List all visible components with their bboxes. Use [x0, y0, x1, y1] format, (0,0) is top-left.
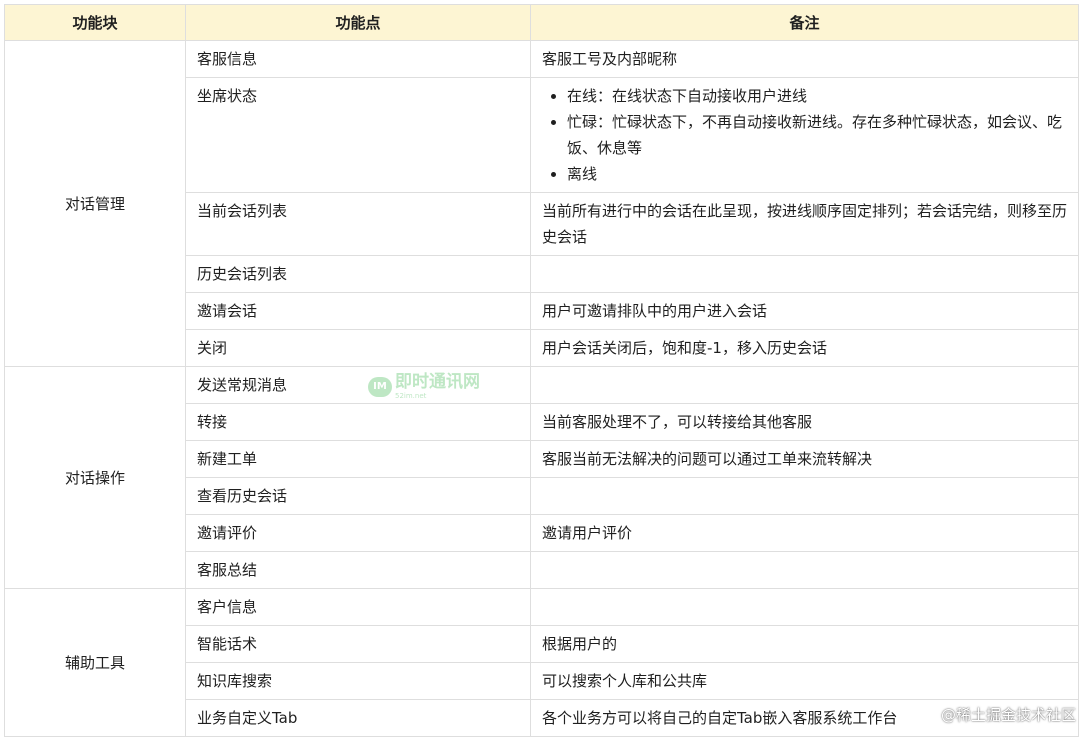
note-cell: 当前客服处理不了，可以转接给其他客服	[530, 403, 1079, 441]
point-cell: 邀请会话	[185, 292, 531, 330]
note-cell: 当前所有进行中的会话在此呈现，按进线顺序固定排列；若会话完结，则移至历史会话	[530, 192, 1079, 256]
group-cell-dialog-management: 对话管理	[4, 40, 186, 367]
note-cell	[530, 255, 1079, 293]
group-cell-assist-tools: 辅助工具	[4, 588, 186, 737]
point-cell: 转接	[185, 403, 531, 441]
status-note-list: 在线：在线状态下自动接收用户进线 忙碌：忙碌状态下，不再自动接收新进线。存在多种…	[542, 83, 1067, 187]
point-cell: 智能话术	[185, 625, 531, 663]
list-item: 在线：在线状态下自动接收用户进线	[567, 83, 1067, 109]
note-cell: 可以搜索个人库和公共库	[530, 662, 1079, 700]
point-cell: 邀请评价	[185, 514, 531, 552]
point-cell: 知识库搜索	[185, 662, 531, 700]
table-header-row: 功能块 功能点 备注	[4, 4, 1079, 41]
note-cell	[530, 588, 1079, 626]
header-point: 功能点	[185, 4, 531, 41]
point-cell: 关闭	[185, 329, 531, 367]
table-row: 辅助工具 客户信息	[4, 588, 1079, 737]
note-cell: 客服工号及内部昵称	[530, 40, 1079, 78]
header-block: 功能块	[4, 4, 186, 41]
feature-table: 功能块 功能点 备注 对话管理 客服信息 客服工号及内部昵称 坐席状态 在线：在…	[4, 4, 1079, 737]
point-cell: 坐席状态	[185, 77, 531, 193]
header-note: 备注	[530, 4, 1079, 41]
table-row: 对话管理 客服信息 客服工号及内部昵称	[4, 40, 1079, 367]
point-cell: 客户信息	[185, 588, 531, 626]
list-item: 忙碌：忙碌状态下，不再自动接收新进线。存在多种忙碌状态，如会议、吃饭、休息等	[567, 109, 1067, 161]
point-cell: 发送常规消息	[185, 366, 531, 404]
note-cell	[530, 551, 1079, 589]
note-cell	[530, 477, 1079, 515]
note-cell: 在线：在线状态下自动接收用户进线 忙碌：忙碌状态下，不再自动接收新进线。存在多种…	[530, 77, 1079, 193]
spec-table-container: 功能块 功能点 备注 对话管理 客服信息 客服工号及内部昵称 坐席状态 在线：在…	[4, 4, 1079, 737]
note-cell: 邀请用户评价	[530, 514, 1079, 552]
note-cell	[530, 366, 1079, 404]
table-row: 对话操作 发送常规消息	[4, 366, 1079, 589]
note-cell: 客服当前无法解决的问题可以通过工单来流转解决	[530, 440, 1079, 478]
list-item: 离线	[567, 161, 1067, 187]
point-cell: 客服信息	[185, 40, 531, 78]
group-cell-dialog-operations: 对话操作	[4, 366, 186, 589]
note-cell: 用户可邀请排队中的用户进入会话	[530, 292, 1079, 330]
point-cell: 历史会话列表	[185, 255, 531, 293]
note-cell: 用户会话关闭后，饱和度-1，移入历史会话	[530, 329, 1079, 367]
point-cell: 客服总结	[185, 551, 531, 589]
point-cell: 查看历史会话	[185, 477, 531, 515]
point-cell: 新建工单	[185, 440, 531, 478]
point-cell: 当前会话列表	[185, 192, 531, 256]
note-cell: 根据用户的	[530, 625, 1079, 663]
